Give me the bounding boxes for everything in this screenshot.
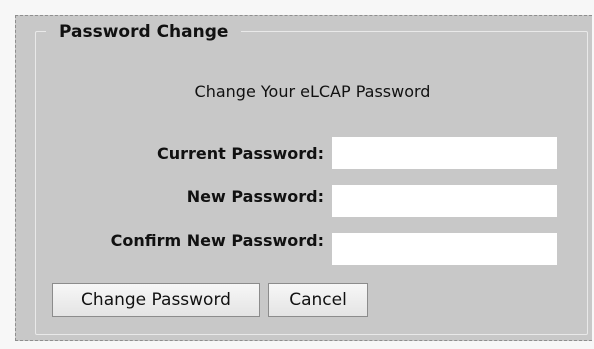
new-password-input[interactable] [332, 185, 557, 217]
change-password-button[interactable]: Change Password [52, 283, 260, 317]
confirm-password-input[interactable] [332, 233, 557, 265]
password-change-subtitle: Change Your eLCAP Password [194, 82, 431, 101]
current-password-label: Current Password: [156, 144, 324, 163]
current-password-input[interactable] [332, 137, 557, 169]
cancel-button[interactable]: Cancel [268, 283, 368, 317]
new-password-label: New Password: [186, 187, 324, 206]
password-change-title: Password Change [46, 22, 242, 42]
confirm-password-label: Confirm New Password: [110, 231, 324, 250]
